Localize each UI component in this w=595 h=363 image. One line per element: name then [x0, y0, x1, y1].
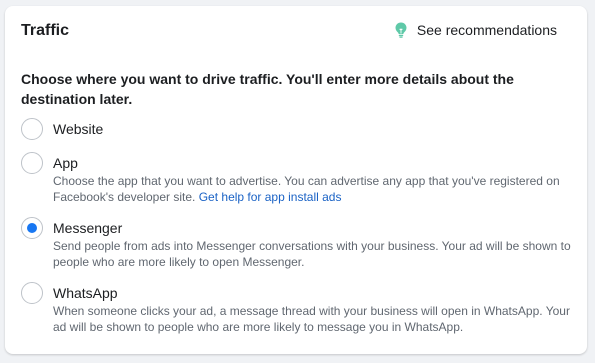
option-messenger[interactable]: Messenger Send people from ads into Mess…: [21, 217, 581, 270]
option-website[interactable]: Website: [21, 118, 581, 140]
see-recommendations-label: See recommendations: [416, 22, 557, 38]
option-app-description: Choose the app that you want to advertis…: [53, 173, 581, 205]
option-app-label: App: [53, 155, 78, 171]
destination-prompt: Choose where you want to drive traffic. …: [21, 71, 514, 107]
option-website-label: Website: [53, 121, 104, 137]
lightbulb-icon: [395, 22, 407, 38]
option-whatsapp[interactable]: WhatsApp When someone clicks your ad, a …: [21, 282, 581, 335]
radio-website[interactable]: [21, 118, 43, 140]
traffic-card: Traffic See recommendations Choose where…: [5, 6, 587, 354]
see-recommendations-button[interactable]: See recommendations: [395, 22, 557, 38]
app-install-help-link[interactable]: Get help for app install ads: [199, 190, 342, 204]
option-messenger-description: Send people from ads into Messenger conv…: [53, 239, 571, 269]
radio-messenger[interactable]: [21, 217, 43, 239]
option-app[interactable]: App Choose the app that you want to adve…: [21, 152, 581, 205]
option-whatsapp-label: WhatsApp: [53, 285, 118, 301]
radio-app[interactable]: [21, 152, 43, 174]
radio-selected-dot: [27, 223, 37, 233]
option-messenger-label: Messenger: [53, 220, 123, 236]
radio-whatsapp[interactable]: [21, 282, 43, 304]
option-whatsapp-description: When someone clicks your ad, a message t…: [53, 304, 570, 334]
card-title: Traffic: [21, 22, 70, 39]
